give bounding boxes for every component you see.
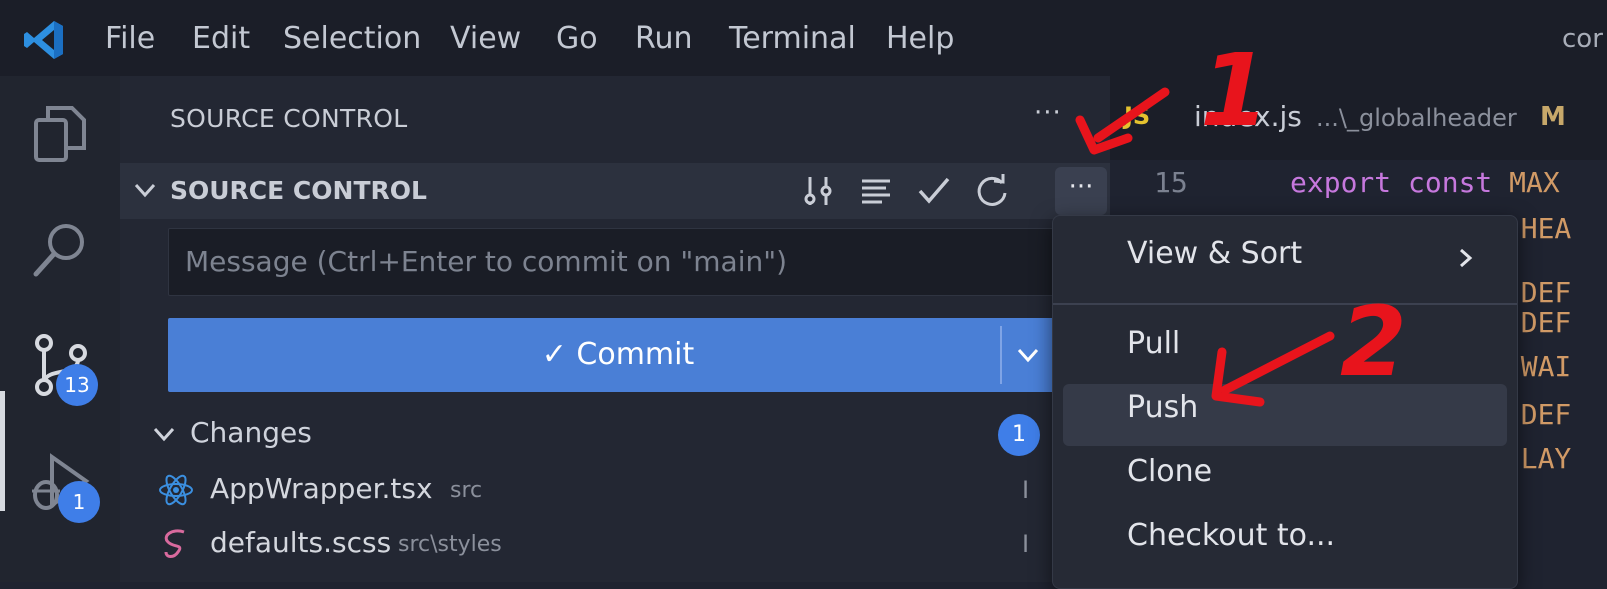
menu-go[interactable]: Go <box>556 20 598 58</box>
commit-message-input[interactable]: Message (Ctrl+Enter to commit on "main") <box>168 228 1068 296</box>
menu-item-push[interactable]: Push <box>1127 390 1198 425</box>
menu-separator <box>1053 303 1517 305</box>
menu-item-checkout[interactable]: Checkout to... <box>1127 518 1335 553</box>
javascript-file-icon: JS <box>1124 102 1151 130</box>
menu-terminal[interactable]: Terminal <box>729 20 856 58</box>
scm-badge: 13 <box>56 364 98 406</box>
menu-item-view-sort[interactable]: View & Sort <box>1127 236 1302 271</box>
changes-count-badge: 1 <box>998 414 1040 456</box>
file-path: src <box>450 478 483 503</box>
changes-label: Changes <box>190 416 312 449</box>
activity-bar: 13 1 <box>0 76 120 582</box>
view-as-list-icon[interactable] <box>858 173 894 209</box>
menu-file[interactable]: File <box>105 20 155 58</box>
views-more-actions-icon[interactable]: ··· <box>1034 98 1062 128</box>
menu-run[interactable]: Run <box>635 20 693 58</box>
changes-group[interactable]: Changes 1 <box>120 406 1110 462</box>
menu-help[interactable]: Help <box>886 20 954 58</box>
more-actions-button[interactable]: ··· <box>1055 167 1107 215</box>
title-bar: File Edit Selection View Go Run Terminal… <box>0 0 1607 76</box>
editor-tab[interactable]: JS index.js ...\_globalheader M <box>1110 76 1607 160</box>
active-view-indicator <box>0 391 5 511</box>
menu-item-pull[interactable]: Pull <box>1127 326 1180 361</box>
section-label: SOURCE CONTROL <box>170 176 427 205</box>
code-line[interactable]: export const MAX <box>1290 166 1560 199</box>
search-icon[interactable] <box>28 216 94 282</box>
file-path: src\styles <box>398 532 502 557</box>
menu-view[interactable]: View <box>450 20 521 58</box>
chevron-down-icon[interactable] <box>150 420 178 448</box>
file-name: defaults.scss <box>210 526 392 559</box>
file-status: I <box>1022 476 1030 504</box>
source-control-section-header[interactable]: SOURCE CONTROL ··· <box>120 163 1110 219</box>
tab-file-path: ...\_globalheader <box>1316 104 1517 132</box>
chevron-down-icon[interactable] <box>130 175 160 205</box>
react-icon <box>159 474 193 506</box>
file-status: I <box>1022 530 1030 558</box>
graph-icon[interactable] <box>800 173 836 209</box>
sass-icon <box>164 529 185 558</box>
sidebar-title: SOURCE CONTROL <box>170 104 408 133</box>
file-row[interactable]: AppWrapper.tsx src I <box>120 464 1110 514</box>
menu-edit[interactable]: Edit <box>192 20 250 58</box>
menu-selection[interactable]: Selection <box>283 20 421 58</box>
commit-check-icon[interactable] <box>916 173 952 209</box>
tab-modified-indicator: M <box>1540 102 1566 132</box>
file-row[interactable]: defaults.scss src\styles I <box>120 518 1110 568</box>
refresh-icon[interactable] <box>974 173 1010 209</box>
explorer-icon[interactable] <box>28 100 94 166</box>
commit-dropdown-icon[interactable] <box>1015 342 1041 368</box>
window-title: cor <box>1562 24 1603 54</box>
file-name: AppWrapper.tsx <box>210 472 433 505</box>
commit-button-divider <box>1000 326 1002 384</box>
more-actions-menu: View & Sort Pull Push Clone Checkout to.… <box>1052 215 1518 589</box>
vscode-logo-icon[interactable] <box>22 18 66 62</box>
menu-item-clone[interactable]: Clone <box>1127 454 1212 489</box>
debug-badge: 1 <box>58 481 100 523</box>
chevron-right-icon <box>1460 248 1473 268</box>
tab-file-name: index.js <box>1194 100 1302 133</box>
line-number: 15 <box>1154 166 1188 199</box>
commit-button[interactable]: ✓ Commit <box>168 318 1068 392</box>
source-control-sidebar: SOURCE CONTROL ··· SOURCE CONTROL ··· Me… <box>120 76 1110 582</box>
